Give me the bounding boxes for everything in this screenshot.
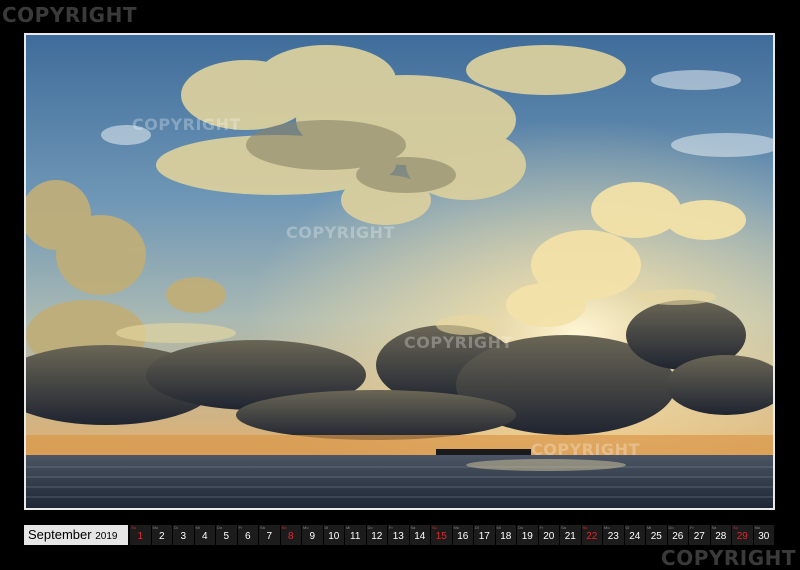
- calendar-day: Di 24: [624, 525, 645, 545]
- day-number: 8: [287, 531, 294, 542]
- day-number: 13: [392, 531, 404, 542]
- day-number: 7: [266, 531, 273, 542]
- watermark-overlay: COPYRIGHT: [132, 115, 241, 134]
- calendar-day: So 1: [130, 525, 151, 545]
- calendar-day: Sa 21: [560, 525, 581, 545]
- calendar-day: Sa 7: [259, 525, 280, 545]
- calendar-day: Di 3: [173, 525, 194, 545]
- calendar-day: Di 10: [323, 525, 344, 545]
- calendar-day: Di 17: [474, 525, 495, 545]
- day-number: 24: [629, 531, 641, 542]
- day-number: 9: [309, 531, 316, 542]
- calendar-day: Fr 13: [388, 525, 409, 545]
- calendar-day: So 22: [581, 525, 602, 545]
- day-number: 4: [201, 531, 208, 542]
- calendar-day: Fr 27: [689, 525, 710, 545]
- day-number: 19: [521, 531, 533, 542]
- calendar-day: Do 19: [517, 525, 538, 545]
- day-number: 27: [693, 531, 705, 542]
- calendar-day: Mo 16: [452, 525, 473, 545]
- watermark-overlay: COPYRIGHT: [404, 333, 513, 352]
- calendar-day: Do 26: [667, 525, 688, 545]
- calendar-day: Do 5: [216, 525, 237, 545]
- day-number: 23: [607, 531, 619, 542]
- day-number: 22: [586, 531, 598, 542]
- day-number: 26: [672, 531, 684, 542]
- day-number: 6: [244, 531, 251, 542]
- month-name: September: [28, 527, 92, 542]
- sunset-clouds-image: [26, 35, 773, 508]
- calendar-day: Mo 9: [302, 525, 323, 545]
- calendar-day: Mo 2: [151, 525, 172, 545]
- day-number: 28: [715, 531, 727, 542]
- calendar-day: So 8: [280, 525, 301, 545]
- month-label: September 2019: [24, 525, 128, 545]
- calendar-day: Sa 14: [409, 525, 430, 545]
- calendar-day: Sa 28: [710, 525, 731, 545]
- watermark-bottom: COPYRIGHT: [661, 546, 796, 570]
- day-number: 1: [137, 531, 144, 542]
- calendar-day: Mi 25: [646, 525, 667, 545]
- watermark-overlay: COPYRIGHT: [286, 223, 395, 242]
- calendar-day: So 29: [732, 525, 753, 545]
- calendar-day: Mo 30: [753, 525, 774, 545]
- day-number: 15: [435, 531, 447, 542]
- calendar-day: So 15: [431, 525, 452, 545]
- day-number: 10: [328, 531, 340, 542]
- calendar-day: Do 12: [366, 525, 387, 545]
- day-number: 16: [457, 531, 469, 542]
- day-number: 5: [223, 531, 230, 542]
- day-number: 3: [180, 531, 187, 542]
- day-number: 20: [543, 531, 555, 542]
- calendar-day: Fr 6: [237, 525, 258, 545]
- photo: COPYRIGHT COPYRIGHT COPYRIGHT COPYRIGHT: [24, 33, 775, 510]
- day-number: 12: [371, 531, 383, 542]
- day-number: 30: [758, 531, 770, 542]
- calendar-strip: September 2019 So 1 Mo 2 Di 3 Mi 4 Do 5 Fr 6 Sa 7 So 8 M…: [24, 525, 776, 545]
- calendar-day: Mi 4: [194, 525, 215, 545]
- year: 2019: [95, 531, 118, 542]
- day-number: 11: [350, 531, 361, 542]
- watermark-overlay: COPYRIGHT: [531, 440, 640, 459]
- day-number: 25: [650, 531, 662, 542]
- calendar-day: Mi 18: [495, 525, 516, 545]
- day-number: 14: [414, 531, 426, 542]
- calendar-day: Fr 20: [538, 525, 559, 545]
- day-number: 29: [736, 531, 748, 542]
- calendar-day: Mo 23: [603, 525, 624, 545]
- calendar-day: Mi 11: [345, 525, 366, 545]
- day-number: 21: [564, 531, 576, 542]
- day-number: 18: [500, 531, 512, 542]
- day-number: 17: [478, 531, 490, 542]
- day-number: 2: [158, 531, 165, 542]
- watermark-top: COPYRIGHT: [2, 3, 137, 27]
- days-row: So 1 Mo 2 Di 3 Mi 4 Do 5 Fr 6 Sa 7 So 8 Mo 9 Di 10 Mi 11 Do 12 F…: [129, 525, 774, 545]
